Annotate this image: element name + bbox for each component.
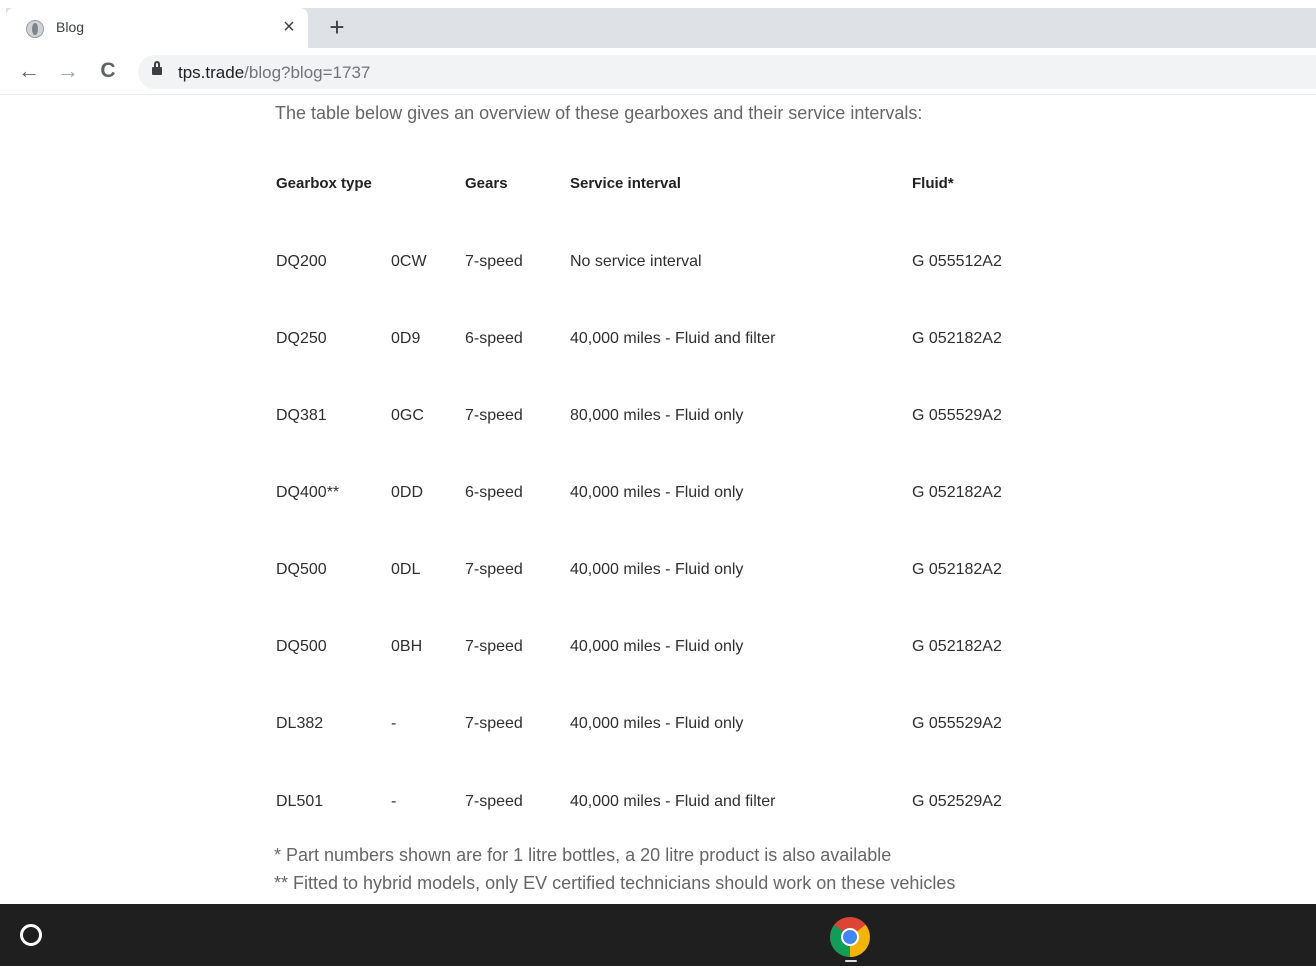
service-interval: 40,000 miles - Fluid and filter xyxy=(570,330,776,347)
service-interval: 40,000 miles - Fluid only xyxy=(570,484,744,501)
fluid-part-number: G 052182A2 xyxy=(912,638,1002,655)
service-interval: 40,000 miles - Fluid and filter xyxy=(570,793,776,810)
table-row: DL382 - 7-speed 40,000 miles - Fluid onl… xyxy=(0,715,1316,735)
header-fluid: Fluid* xyxy=(912,175,954,192)
gear-count: 7-speed xyxy=(465,253,523,270)
url-host: tps.trade xyxy=(178,63,245,82)
table-row: DQ200 0CW 7-speed No service interval G … xyxy=(0,253,1316,273)
page-content: The table below gives an overview of the… xyxy=(0,96,1316,904)
service-interval: 40,000 miles - Fluid only xyxy=(570,638,744,655)
fluid-part-number: G 052182A2 xyxy=(912,484,1002,501)
service-interval: 40,000 miles - Fluid only xyxy=(570,561,744,578)
header-gearbox-type: Gearbox type xyxy=(276,175,372,192)
table-row: DQ381 0GC 7-speed 80,000 miles - Fluid o… xyxy=(0,407,1316,427)
address-url[interactable]: tps.trade/blog?blog=1737 xyxy=(178,63,370,83)
reload-button[interactable]: C xyxy=(93,56,123,86)
active-app-indicator xyxy=(845,960,857,962)
fluid-part-number: G 052529A2 xyxy=(912,793,1002,810)
url-path: /blog?blog=1737 xyxy=(244,63,371,82)
address-bar[interactable]: tps.trade/blog?blog=1737 xyxy=(138,55,1316,89)
gearbox-model: DL501 xyxy=(276,793,324,810)
fluid-part-number: G 052182A2 xyxy=(912,330,1002,347)
back-button[interactable]: ← xyxy=(14,56,44,86)
table-row: DQ250 0D9 6-speed 40,000 miles - Fluid a… xyxy=(0,330,1316,350)
lock-icon xyxy=(152,61,162,76)
gear-count: 7-speed xyxy=(465,638,523,655)
service-interval: No service interval xyxy=(570,253,702,270)
fluid-part-number: G 055529A2 xyxy=(912,407,1002,424)
chrome-icon[interactable] xyxy=(829,916,871,958)
footnote-hybrid-models: ** Fitted to hybrid models, only EV cert… xyxy=(274,873,956,893)
active-tab[interactable]: Blog × xyxy=(6,8,308,48)
service-interval: 40,000 miles - Fluid only xyxy=(570,715,744,732)
gear-count: 6-speed xyxy=(465,330,523,347)
gearbox-code: 0CW xyxy=(391,253,427,270)
gear-count: 7-speed xyxy=(465,407,523,424)
browser-toolbar: ← → C tps.trade/blog?blog=1737 xyxy=(0,48,1316,95)
table-row: DQ400** 0DD 6-speed 40,000 miles - Fluid… xyxy=(0,484,1316,504)
gear-count: 7-speed xyxy=(465,561,523,578)
fluid-part-number: G 052182A2 xyxy=(912,561,1002,578)
gearbox-code: 0DD xyxy=(391,484,424,501)
gearbox-code: - xyxy=(391,715,397,732)
gear-count: 7-speed xyxy=(465,715,523,732)
gearbox-model: DQ250 xyxy=(276,330,327,347)
gearbox-code: 0D9 xyxy=(391,330,421,347)
globe-icon xyxy=(26,20,44,38)
gearbox-code: 0GC xyxy=(391,407,424,424)
header-service-interval: Service interval xyxy=(570,175,681,192)
gearbox-code: 0DL xyxy=(391,561,421,578)
gearbox-model: DL382 xyxy=(276,715,324,732)
tab-close-button[interactable]: × xyxy=(278,15,300,39)
header-gears: Gears xyxy=(465,175,508,192)
gearbox-model: DQ500 xyxy=(276,561,327,578)
gear-count: 6-speed xyxy=(465,484,523,501)
intro-text: The table below gives an overview of the… xyxy=(275,103,923,123)
forward-button[interactable]: → xyxy=(53,56,83,86)
new-tab-button[interactable]: + xyxy=(322,12,352,42)
gearbox-code: 0BH xyxy=(391,638,423,655)
fluid-part-number: G 055512A2 xyxy=(912,253,1002,270)
taskbar xyxy=(0,904,1316,966)
launcher-circle-icon[interactable] xyxy=(20,924,42,946)
gear-count: 7-speed xyxy=(465,793,523,810)
screen-bottom-edge xyxy=(0,966,1316,974)
browser-window: Blog × + ← → C tps.trade/blog?blog=1737 … xyxy=(0,0,1316,974)
gearbox-model: DQ200 xyxy=(276,253,327,270)
tab-title: Blog xyxy=(56,19,85,35)
table-row: DQ500 0DL 7-speed 40,000 miles - Fluid o… xyxy=(0,561,1316,581)
gearbox-model: DQ381 xyxy=(276,407,327,424)
gearbox-model: DQ500 xyxy=(276,638,327,655)
gearbox-code: - xyxy=(391,793,397,810)
service-interval: 80,000 miles - Fluid only xyxy=(570,407,744,424)
footnote-part-numbers: * Part numbers shown are for 1 litre bot… xyxy=(274,845,892,865)
table-row: DL501 - 7-speed 40,000 miles - Fluid and… xyxy=(0,793,1316,813)
fluid-part-number: G 055529A2 xyxy=(912,715,1002,732)
table-row: DQ500 0BH 7-speed 40,000 miles - Fluid o… xyxy=(0,638,1316,658)
gearbox-model: DQ400** xyxy=(276,484,340,501)
